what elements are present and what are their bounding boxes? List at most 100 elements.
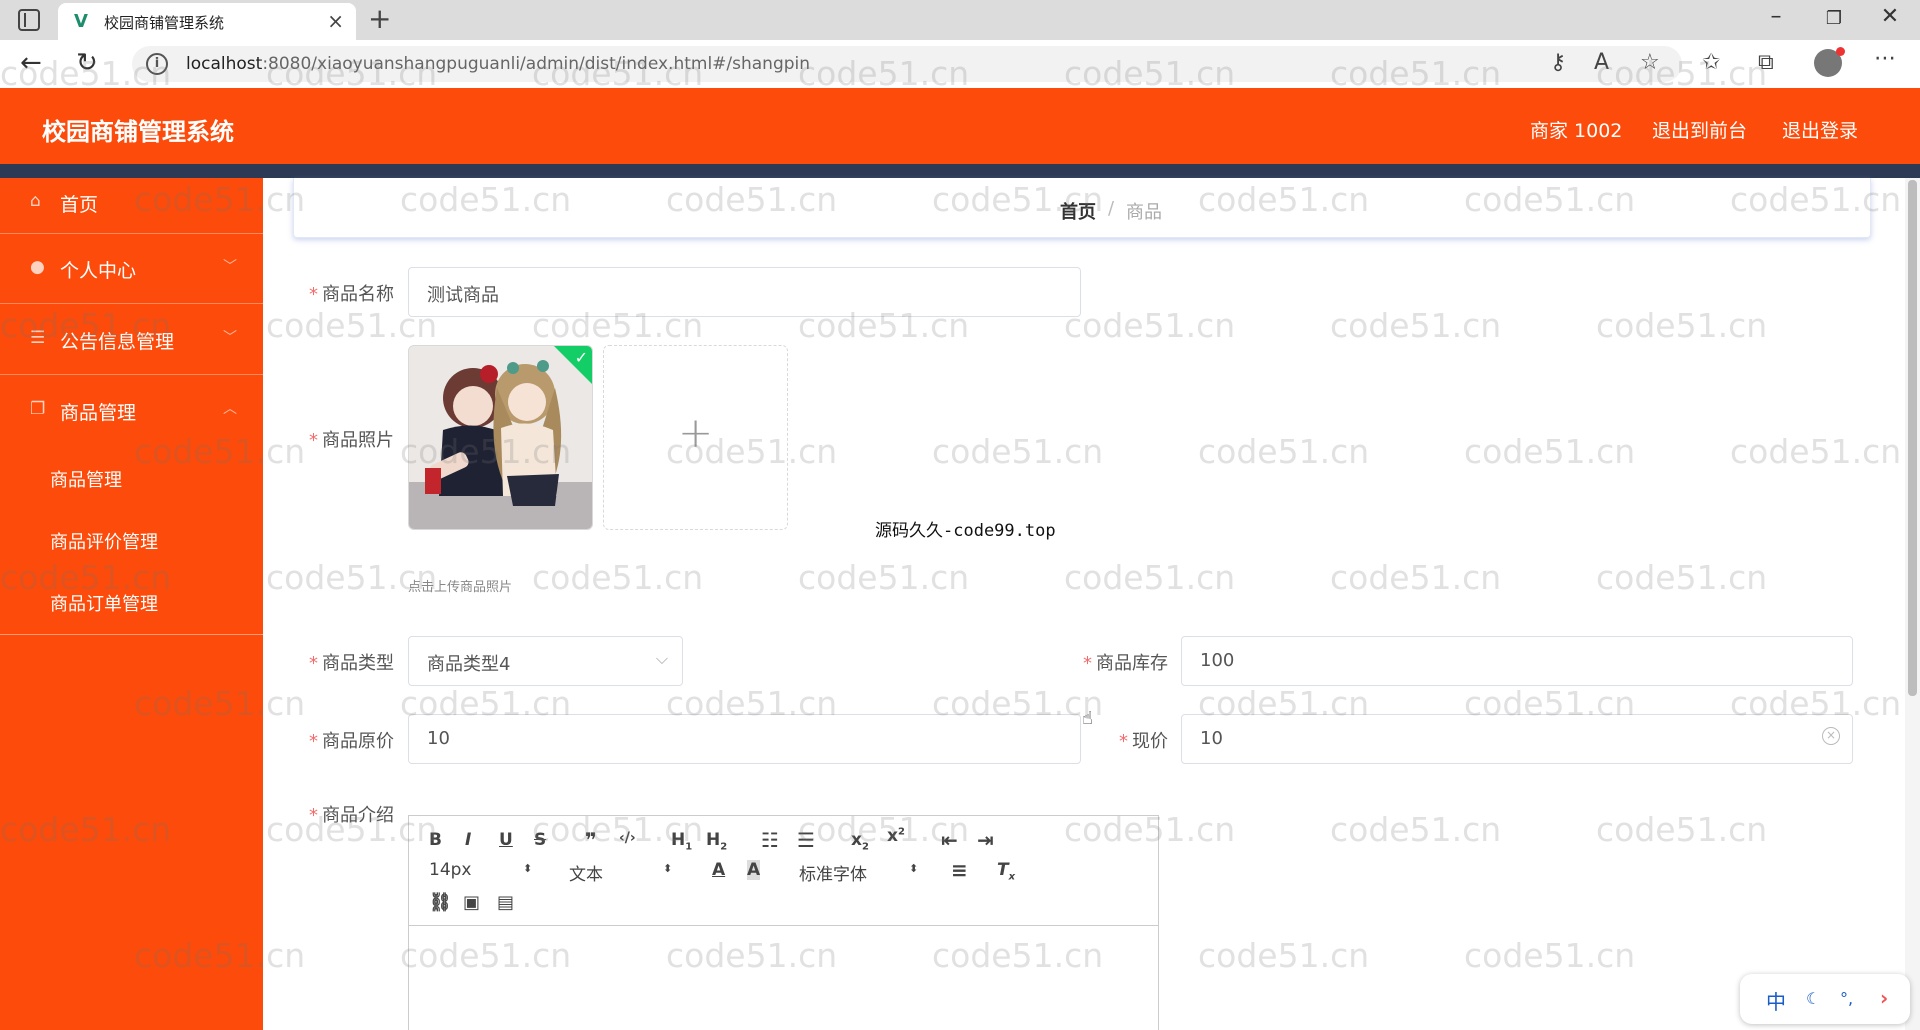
favorite-add-icon[interactable]: ☆ <box>1640 50 1660 75</box>
photo-upload-button[interactable]: + <box>603 345 788 530</box>
chevron-right-icon[interactable]: › <box>1880 986 1888 1010</box>
italic-icon[interactable]: I <box>465 830 471 850</box>
ime-mode[interactable]: 中 <box>1766 986 1786 1015</box>
breadcrumb-current: 商品 <box>1126 202 1162 223</box>
sidebar: ⌂ 首页 ● 个人中心 ﹀ ☰ 公告信息管理 ﹀ ❐ 商品管理 ︿ 商品管理 商… <box>0 178 263 1030</box>
key-icon[interactable]: ⚷ <box>1550 50 1566 75</box>
plus-icon: + <box>678 408 714 457</box>
select-arrows-icon: ⬍ <box>909 862 919 875</box>
url-text: localhost:8080/xiaoyuanshangpuguanli/adm… <box>186 54 811 74</box>
sidebar-subitem-reviews[interactable]: 商品评价管理 <box>50 528 158 554</box>
font-family-select[interactable]: 标准字体 ⬍ <box>799 860 919 885</box>
more-icon[interactable]: ⋯ <box>1874 46 1896 71</box>
sidebar-divider <box>0 634 263 635</box>
tab-actions-icon[interactable] <box>18 9 40 31</box>
close-tab-icon[interactable]: × <box>327 9 344 33</box>
price-input[interactable]: 10 × <box>1181 714 1853 764</box>
home-icon: ⌂ <box>30 191 41 211</box>
upload-hint: 点击上传商品照片 <box>408 580 513 595</box>
app-title: 校园商铺管理系统 <box>42 118 234 146</box>
rich-text-editor: B I U S ❞ ‹/› H1 H2 ☷ ☰ x2 x2 ⇤ ⇥ 14px ⬍ … <box>408 815 1159 1030</box>
bullet-list-icon[interactable]: ☰ <box>797 828 815 852</box>
image-icon[interactable]: ▣ <box>463 892 480 913</box>
reload-icon[interactable]: ↻ <box>76 48 98 78</box>
underline-icon[interactable]: U <box>499 830 513 850</box>
moon-icon[interactable]: ☾ <box>1806 989 1820 1008</box>
background-color-icon[interactable]: A <box>747 860 761 880</box>
uploaded-check-icon: ✓ <box>554 346 592 384</box>
header-strip <box>0 164 1920 178</box>
superscript-icon[interactable]: x2 <box>887 826 905 846</box>
type-select[interactable]: 商品类型4 ⌵ <box>408 636 683 686</box>
exit-to-front-link[interactable]: 退出到前台 <box>1652 116 1747 143</box>
sidebar-item-notice[interactable]: ☰ 公告信息管理 ﹀ <box>0 305 263 375</box>
select-arrows-icon: ⬍ <box>663 862 673 875</box>
font-size-select[interactable]: 14px ⬍ <box>429 860 539 880</box>
sidebar-subitem-orders[interactable]: 商品订单管理 <box>50 590 158 616</box>
type-label: * 商品类型 <box>309 653 394 674</box>
blockquote-icon[interactable]: ❞ <box>585 828 597 852</box>
breadcrumb: 首页 / 商品 <box>293 178 1871 238</box>
profile-avatar[interactable] <box>1814 47 1845 77</box>
address-bar: ← ↻ i localhost:8080/xiaoyuanshangpuguan… <box>0 40 1920 88</box>
video-icon[interactable]: ▤ <box>497 892 514 913</box>
new-tab-icon[interactable]: + <box>368 2 391 35</box>
sidebar-subitem-goods[interactable]: 商品管理 <box>50 466 122 492</box>
original-price-input[interactable]: 10 <box>408 714 1081 764</box>
url-field[interactable]: i localhost:8080/xiaoyuanshangpuguanli/a… <box>132 46 1682 82</box>
h2-icon[interactable]: H2 <box>706 830 727 852</box>
browser-tab-bar: V 校园商铺管理系统 × + – ❐ ✕ <box>0 0 1920 40</box>
scrollbar-thumb[interactable] <box>1908 180 1917 696</box>
indent-icon[interactable]: ⇥ <box>977 828 994 852</box>
ordered-list-icon[interactable]: ☷ <box>761 828 779 852</box>
favorites-icon[interactable]: ✩ <box>1702 50 1720 75</box>
stock-input[interactable]: 100 <box>1181 636 1853 686</box>
editor-content[interactable] <box>409 927 1158 1030</box>
sidebar-item-home[interactable]: ⌂ 首页 <box>0 178 263 234</box>
font-color-icon[interactable]: A <box>712 860 725 880</box>
collections-icon[interactable]: ⧉ <box>1758 50 1774 75</box>
back-icon[interactable]: ← <box>20 48 42 78</box>
breadcrumb-separator: / <box>1108 198 1115 219</box>
vue-logo-icon: V <box>74 11 88 32</box>
chevron-down-icon: ⌵ <box>655 649 668 668</box>
minimize-icon[interactable]: – <box>1756 4 1796 29</box>
intro-label: * 商品介绍 <box>309 805 394 826</box>
ime-toolbar[interactable]: 中 ☾ °, › <box>1740 974 1910 1024</box>
logout-link[interactable]: 退出登录 <box>1782 116 1858 143</box>
main-content: 首页 / 商品 * 商品名称 测试商品 * 商品照片 ✓ + 点击上传商品照片 … <box>263 178 1920 1030</box>
link-icon[interactable]: ⛓ <box>429 892 452 913</box>
name-input[interactable]: 测试商品 <box>408 267 1081 317</box>
outdent-icon[interactable]: ⇤ <box>941 828 958 852</box>
chevron-down-icon: ﹀ <box>223 259 237 275</box>
read-aloud-icon[interactable]: A <box>1594 50 1609 75</box>
original-price-label: * 商品原价 <box>309 731 394 752</box>
close-window-icon[interactable]: ✕ <box>1870 4 1910 29</box>
sidebar-item-goods[interactable]: ❐ 商品管理 ︿ <box>0 376 263 446</box>
code-block-icon[interactable]: ‹/› <box>619 830 636 846</box>
hand-cursor-icon: ☝ <box>1082 708 1093 729</box>
h1-icon[interactable]: H1 <box>671 830 692 852</box>
subscript-icon[interactable]: x2 <box>851 830 869 852</box>
current-user: 商家 1002 <box>1530 120 1623 142</box>
app-header: 校园商铺管理系统 商家 1002 退出到前台 退出登录 <box>0 88 1920 164</box>
breadcrumb-home[interactable]: 首页 <box>1060 198 1096 224</box>
editor-toolbar: B I U S ❞ ‹/› H1 H2 ☷ ☰ x2 x2 ⇤ ⇥ 14px ⬍ … <box>409 816 1158 926</box>
clear-icon[interactable]: × <box>1822 727 1840 745</box>
sidebar-item-profile[interactable]: ● 个人中心 ﹀ <box>0 234 263 304</box>
strike-icon[interactable]: S <box>534 830 546 850</box>
page-scrollbar[interactable] <box>1905 178 1920 1030</box>
browser-tab[interactable]: V 校园商铺管理系统 × <box>58 3 356 40</box>
bold-icon[interactable]: B <box>429 830 442 850</box>
clear-format-icon[interactable]: Tx <box>997 860 1015 882</box>
header-select[interactable]: 文本 ⬍ <box>569 860 679 885</box>
name-label: * 商品名称 <box>309 284 394 305</box>
align-icon[interactable]: ≡ <box>951 858 968 882</box>
goods-photo-thumbnail[interactable]: ✓ <box>408 345 593 530</box>
price-label: * 现价 <box>1119 731 1168 752</box>
restore-icon[interactable]: ❐ <box>1814 8 1854 29</box>
stock-label: * 商品库存 <box>1083 653 1168 674</box>
info-icon[interactable]: i <box>146 53 168 75</box>
punctuation-icon[interactable]: °, <box>1840 989 1853 1008</box>
copy-icon: ❐ <box>30 399 46 419</box>
